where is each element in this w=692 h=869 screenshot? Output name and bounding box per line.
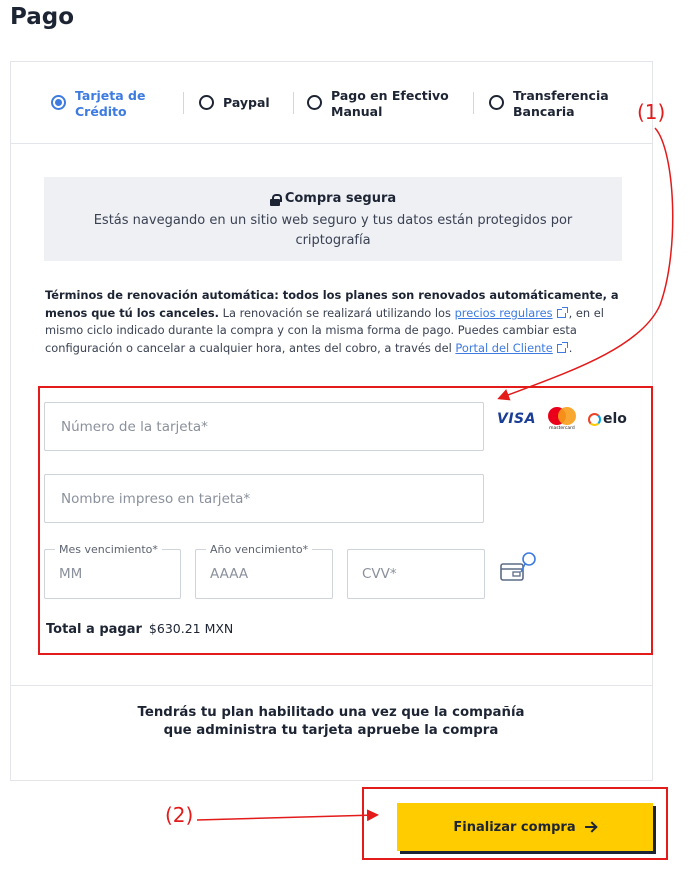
method-paypal[interactable]: Paypal [199, 88, 270, 111]
mastercard-icon: mastercard [546, 407, 578, 431]
divider [183, 92, 184, 114]
method-label: Transferencia Bancaria [513, 88, 609, 119]
payment-card: Tarjeta de Crédito Paypal Pago en Efectiv… [10, 61, 653, 781]
method-label: Tarjeta de Crédito [75, 88, 146, 119]
external-link-icon[interactable] [556, 341, 568, 353]
annotation-label-1: (1) [637, 100, 666, 124]
method-cash[interactable]: Pago en Efectivo Manual [307, 88, 449, 120]
expiry-year-input[interactable]: Año vencimiento* AAAA [195, 543, 333, 599]
card-number-input[interactable]: Número de la tarjeta* [44, 402, 484, 451]
secure-purchase-notice: Compra segura Estás navegando en un siti… [44, 177, 622, 261]
card-name-input[interactable]: Nombre impreso en tarjeta* [44, 474, 484, 523]
external-link-icon[interactable] [556, 306, 568, 318]
secure-title: Compra segura [269, 191, 396, 206]
approval-notice: Tendrás tu plan habilitado una vez que l… [137, 705, 525, 738]
divider [293, 92, 294, 114]
payment-method-tabs: Tarjeta de Crédito Paypal Pago en Efectiv… [11, 62, 652, 144]
elo-icon: elo [587, 411, 627, 427]
method-label: Pago en Efectivo Manual [331, 88, 449, 119]
total-to-pay: Total a pagar $630.21 MXN [46, 621, 234, 637]
radio-icon[interactable] [199, 95, 214, 110]
expiry-month-input[interactable]: Mes vencimiento* MM [44, 543, 181, 599]
card-brands: VISA mastercard elo [497, 407, 627, 431]
secure-text: Estás navegando en un sitio web seguro y… [93, 213, 573, 248]
radio-icon[interactable] [489, 95, 504, 110]
lock-icon [269, 194, 282, 206]
cvv-input[interactable]: CVV* [347, 549, 485, 599]
radio-icon[interactable] [307, 95, 322, 110]
method-credit-card[interactable]: Tarjeta de Crédito [51, 88, 145, 120]
method-label: Paypal [223, 95, 270, 110]
annotation-label-2: (2) [165, 803, 194, 827]
arrow-right-icon [584, 822, 597, 832]
divider [11, 685, 652, 686]
radio-checked-icon[interactable] [51, 95, 66, 110]
visa-icon: VISA [497, 411, 536, 427]
regular-prices-link[interactable]: precios regulares [455, 306, 553, 320]
method-transfer[interactable]: Transferencia Bancaria [489, 88, 609, 120]
customer-portal-link[interactable]: Portal del Cliente [455, 341, 552, 355]
renewal-terms: Términos de renovación automática: todos… [45, 288, 619, 355]
divider [473, 92, 474, 114]
page-title: Pago [10, 4, 75, 30]
cvv-help-icon[interactable] [499, 550, 541, 586]
finish-purchase-button[interactable]: Finalizar compra [397, 803, 653, 851]
annotation-arrow-2 [196, 809, 379, 822]
